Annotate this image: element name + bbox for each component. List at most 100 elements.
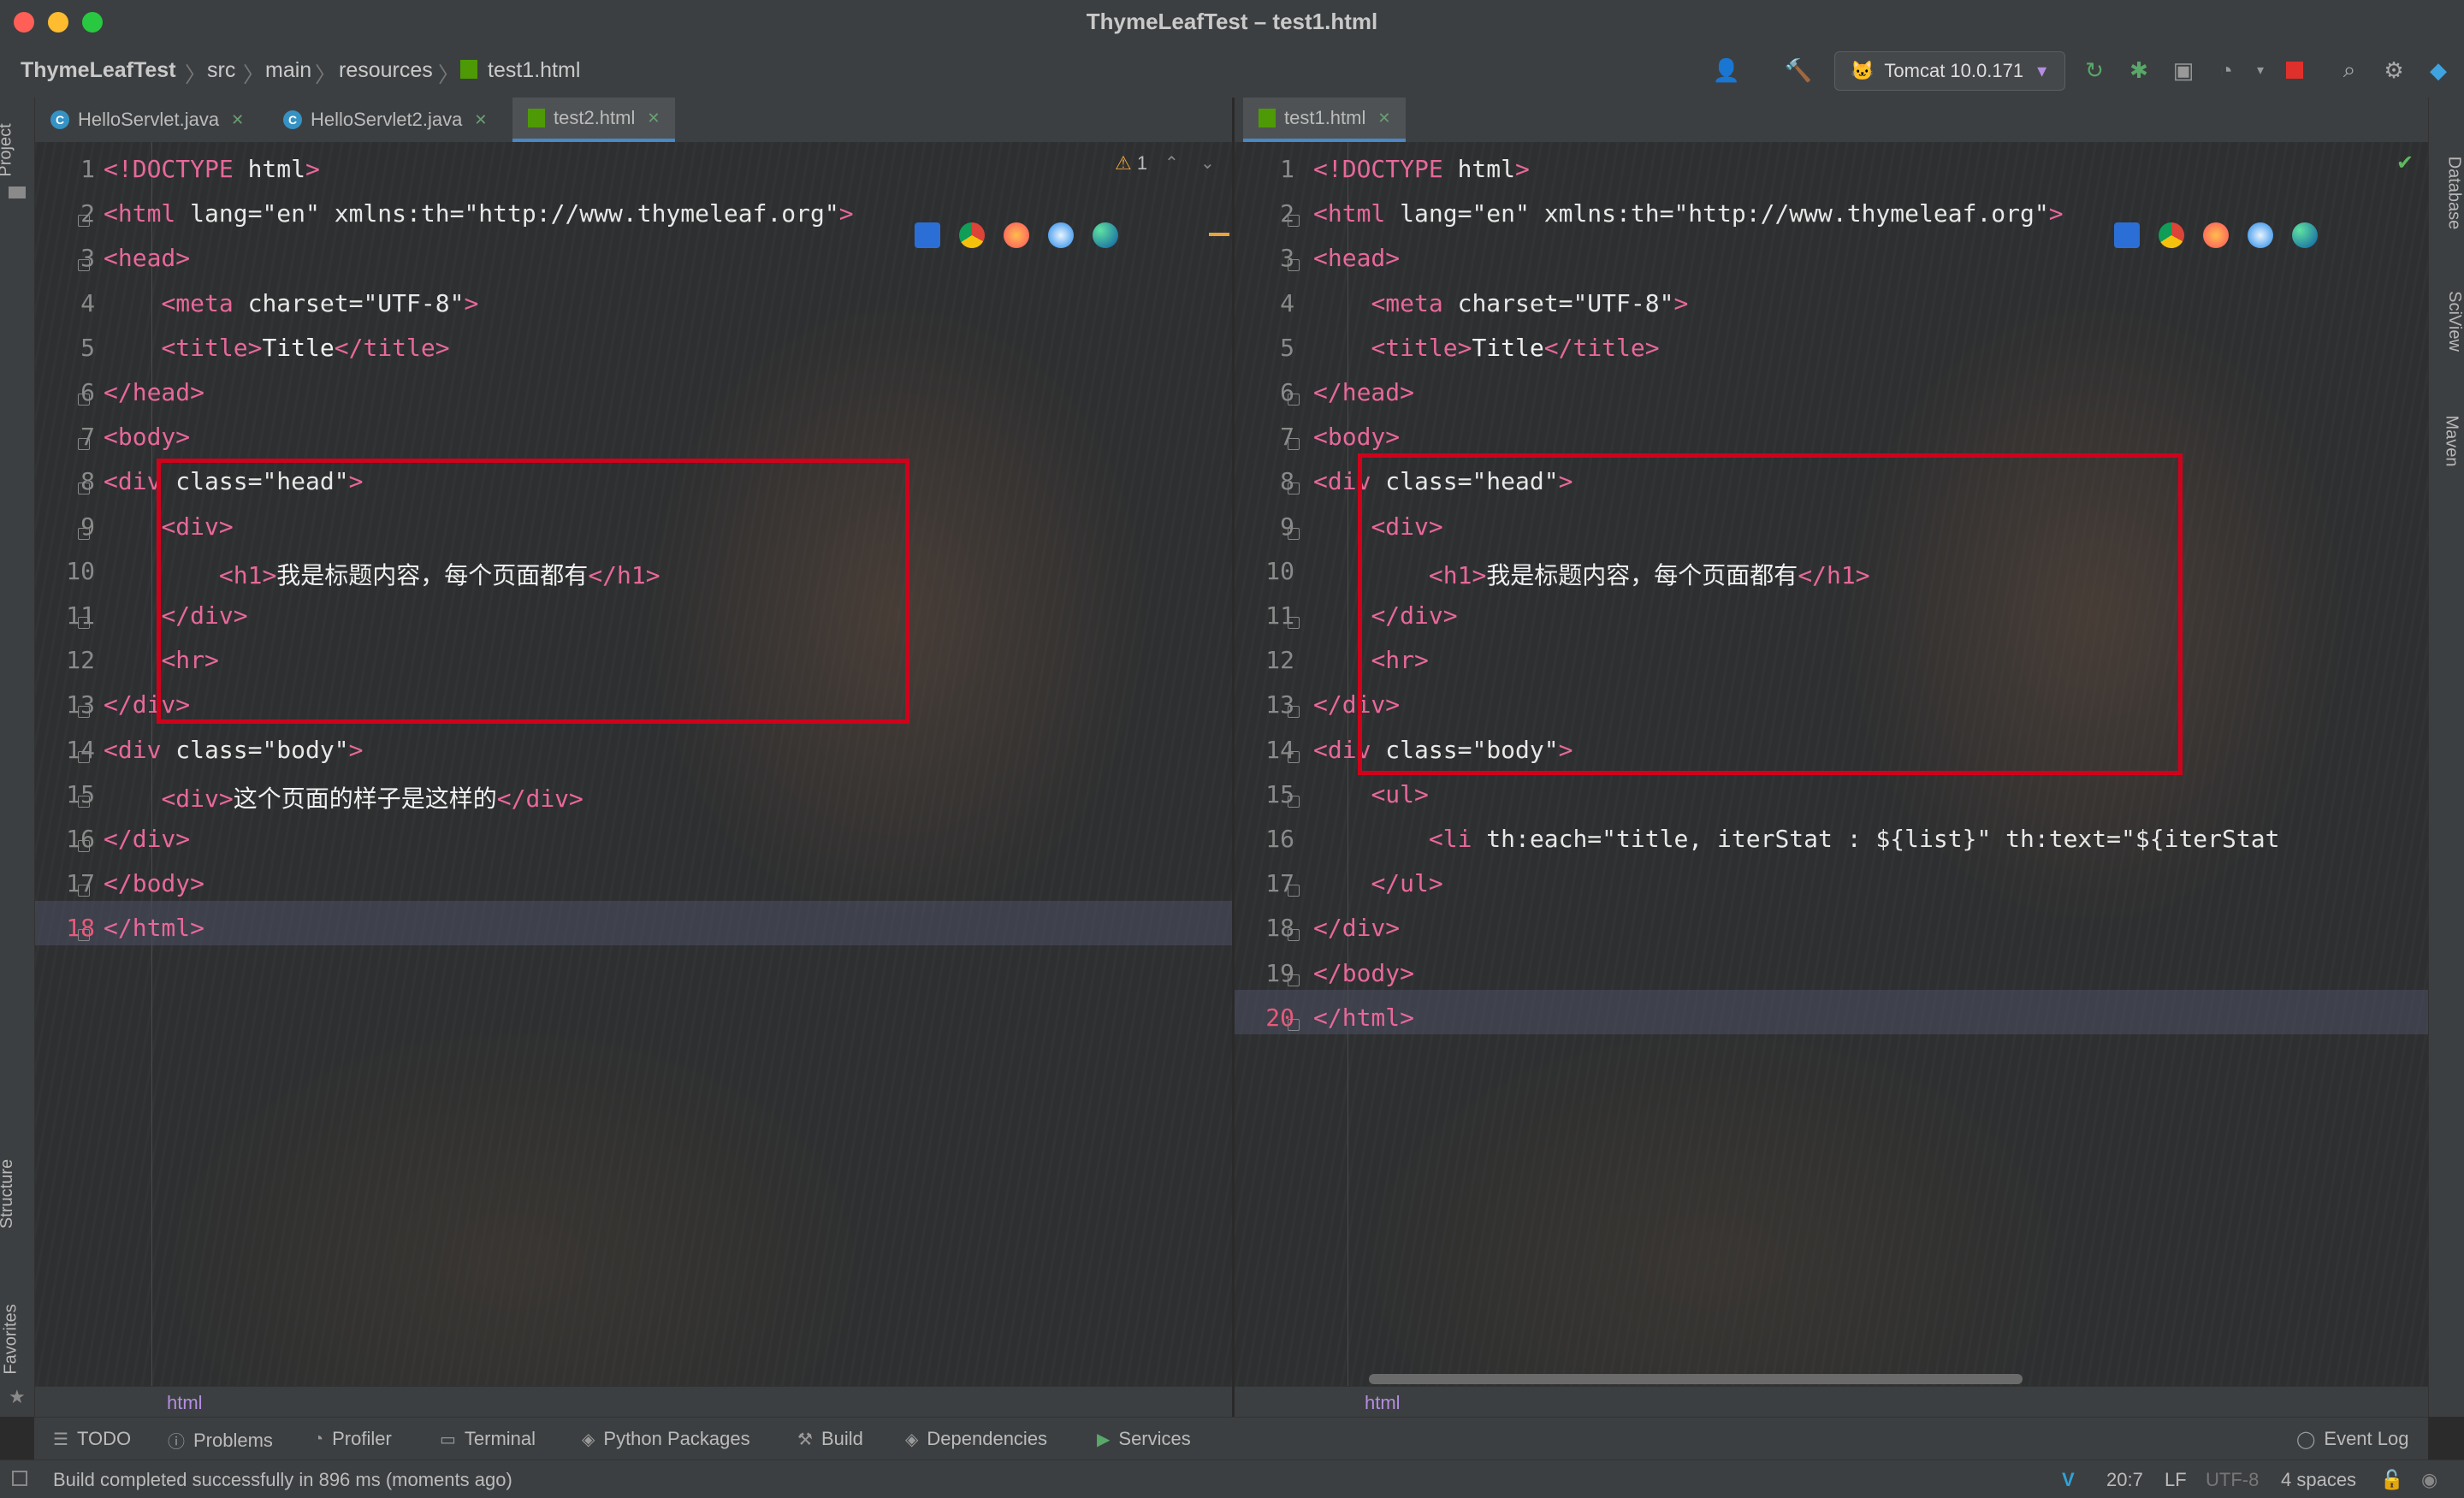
code-line[interactable]: <body> [104, 423, 190, 451]
line-number[interactable]: 13 [1235, 690, 1294, 719]
code-line[interactable]: <head> [1313, 244, 1400, 272]
right-code-editor[interactable]: 1 2 3 4 5 6 7 8 9 10 11 12 13 14 15 16 17 18 19 20 <!DOCTYP… [1235, 142, 2428, 1386]
code-line[interactable]: </div> [1313, 914, 1400, 942]
profiler-tool-button[interactable]: ◔ Profiler [313, 1428, 392, 1450]
tab-test2-html[interactable]: test2.html ✕ [512, 98, 676, 142]
status-message[interactable]: Build completed successfully in 896 ms (… [53, 1469, 512, 1491]
horizontal-scrollbar[interactable] [1369, 1374, 2023, 1384]
rerun-icon[interactable]: ↻ [2081, 56, 2108, 84]
fold-marker-icon[interactable] [78, 617, 90, 629]
fold-marker-icon[interactable] [1288, 617, 1300, 629]
line-number[interactable]: 8 [1235, 467, 1294, 495]
fold-marker-icon[interactable] [1288, 929, 1300, 942]
settings-gear-icon[interactable]: ⚙ [2380, 56, 2408, 84]
edge-icon[interactable] [2292, 222, 2318, 248]
fold-marker-icon[interactable] [78, 259, 90, 272]
fold-marker-icon[interactable] [1288, 527, 1300, 540]
favorites-tool-button[interactable]: Favorites [2, 1304, 21, 1374]
chrome-icon[interactable] [959, 222, 985, 248]
intellij-icon[interactable] [2114, 222, 2140, 248]
code-line[interactable]: <html lang="en" xmlns:th="http://www.thy… [1313, 199, 2064, 228]
fold-marker-icon[interactable] [78, 750, 90, 763]
previous-highlight-icon[interactable]: ⌃ [1164, 152, 1179, 174]
edge-icon[interactable] [1093, 222, 1118, 248]
code-line[interactable]: </html> [104, 914, 204, 942]
warning-marker[interactable] [1209, 233, 1229, 236]
code-line[interactable]: <!DOCTYPE html> [1313, 155, 1530, 183]
fold-marker-icon[interactable] [1288, 885, 1300, 897]
left-code-editor[interactable]: 1 2 3 4 5 6 7 8 9 10 11 12 13 14 15 16 17 18 <!DOCTYPE ht… [35, 142, 1232, 1386]
structure-breadcrumb[interactable]: html [1365, 1392, 1401, 1414]
fold-marker-icon[interactable] [1288, 974, 1300, 986]
line-number[interactable]: 9 [1235, 512, 1294, 541]
python-packages-tool-button[interactable]: ◈ Python Packages [582, 1428, 750, 1450]
code-line[interactable]: <meta charset="UTF-8"> [104, 289, 478, 317]
intellij-icon[interactable] [915, 222, 940, 248]
line-number[interactable]: 2 [1235, 199, 1294, 228]
problems-tool-button[interactable]: ⓘ Problems [168, 1428, 273, 1453]
fold-marker-icon[interactable] [78, 929, 90, 942]
fold-marker-icon[interactable] [1288, 215, 1300, 228]
coverage-icon[interactable]: ▣ [2170, 56, 2197, 84]
user-icon[interactable]: 👤 [1713, 56, 1740, 84]
warning-indicator[interactable]: ⚠ 1 [1115, 152, 1147, 175]
code-line[interactable]: </div> [104, 825, 190, 853]
fold-marker-icon[interactable] [78, 885, 90, 897]
sciview-tool-button[interactable]: SciView [2444, 291, 2464, 352]
profile-icon[interactable]: ◔ [2212, 56, 2240, 84]
build-tool-button[interactable]: ⚒ Build [797, 1428, 863, 1450]
code-line[interactable]: </head> [1313, 378, 1414, 406]
close-tab-icon[interactable]: ✕ [474, 111, 487, 129]
tab-test1-html[interactable]: test1.html ✕ [1243, 98, 1407, 142]
more-run-chevron-icon[interactable]: ▾ [2247, 56, 2274, 84]
fold-marker-icon[interactable] [1288, 750, 1300, 763]
fold-marker-icon[interactable] [78, 483, 90, 495]
fold-marker-icon[interactable] [1288, 438, 1300, 451]
code-line[interactable]: <!DOCTYPE html> [104, 155, 320, 183]
indent-setting[interactable]: 4 spaces [2281, 1469, 2356, 1491]
code-with-me-icon[interactable]: ◆ [2425, 56, 2452, 84]
chrome-icon[interactable] [2159, 222, 2184, 248]
line-number[interactable]: 20 [1235, 1004, 1294, 1032]
code-line[interactable]: <meta charset="UTF-8"> [1313, 289, 1688, 317]
tab-helloservlet-java[interactable]: C HelloServlet.java ✕ [50, 98, 244, 142]
line-number[interactable]: 12 [35, 646, 95, 674]
firefox-icon[interactable] [1004, 222, 1029, 248]
structure-tool-button[interactable]: Structure [0, 1159, 17, 1229]
line-number[interactable]: 18 [1235, 914, 1294, 942]
code-line[interactable]: <title>Title</title> [104, 334, 449, 362]
code-line[interactable]: <ul> [1313, 780, 1428, 808]
line-number[interactable]: 5 [1235, 334, 1294, 362]
search-icon[interactable]: ⌕ [2336, 56, 2363, 84]
stop-icon[interactable] [2281, 56, 2308, 84]
code-line[interactable]: <li th:each="title, iterStat : ${list}" … [1313, 825, 2280, 853]
line-number[interactable]: 6 [1235, 378, 1294, 406]
breadcrumb-src[interactable]: src [207, 58, 235, 83]
fold-marker-icon[interactable] [78, 706, 90, 719]
toggle-tool-windows-icon[interactable] [12, 1471, 27, 1486]
fold-marker-icon[interactable] [1288, 1018, 1300, 1031]
line-number[interactable]: 1 [1235, 155, 1294, 183]
line-number[interactable]: 19 [1235, 959, 1294, 987]
line-number[interactable]: 17 [1235, 869, 1294, 897]
fold-marker-icon[interactable] [1288, 795, 1300, 808]
line-number[interactable]: 1 [35, 155, 95, 183]
fold-marker-icon[interactable] [1288, 394, 1300, 406]
event-log-tool-button[interactable]: ◯ Event Log [2296, 1428, 2408, 1450]
fold-marker-icon[interactable] [78, 527, 90, 540]
safari-icon[interactable] [1048, 222, 1074, 248]
file-encoding[interactable]: UTF-8 [2206, 1469, 2259, 1491]
code-line[interactable]: <head> [104, 244, 190, 272]
maven-tool-button[interactable]: Maven [2442, 415, 2461, 466]
fold-marker-icon[interactable] [78, 438, 90, 451]
line-number[interactable]: 15 [1235, 780, 1294, 808]
fold-marker-icon[interactable] [1288, 259, 1300, 272]
line-number[interactable]: 10 [35, 557, 95, 585]
fold-marker-icon[interactable] [1288, 706, 1300, 719]
next-highlight-icon[interactable]: ⌄ [1200, 152, 1215, 174]
fold-marker-icon[interactable] [78, 795, 90, 808]
vcs-icon[interactable]: V [2062, 1469, 2075, 1491]
build-hammer-icon[interactable]: 🔨 [1785, 56, 1812, 84]
fold-marker-icon[interactable] [1288, 483, 1300, 495]
line-number[interactable]: 11 [1235, 601, 1294, 630]
